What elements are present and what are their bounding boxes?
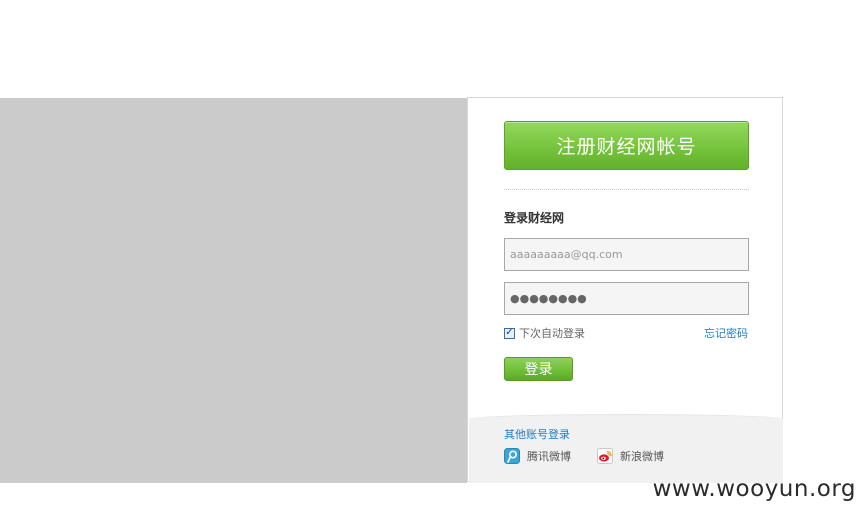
remember-checkbox[interactable]: ✓ — [504, 327, 515, 339]
other-login-title[interactable]: 其他账号登录 — [504, 426, 570, 442]
remember-me[interactable]: ✓ 下次自动登录 — [504, 325, 585, 341]
watermark-text: www.wooyun.org — [652, 476, 856, 502]
tencent-weibo-label: 腾讯微博 — [527, 450, 571, 463]
password-input[interactable] — [504, 282, 749, 315]
forgot-password-link[interactable]: 忘记密码 — [704, 325, 748, 341]
remember-label: 下次自动登录 — [519, 327, 585, 340]
dotted-divider — [504, 189, 749, 190]
sina-weibo-login[interactable]: 新浪微博 — [597, 448, 664, 464]
login-section-title: 登录财经网 — [504, 211, 565, 225]
tencent-weibo-icon — [504, 448, 520, 464]
left-gray-panel — [0, 98, 467, 483]
email-input[interactable] — [504, 238, 749, 271]
sina-weibo-icon — [597, 448, 613, 464]
tencent-weibo-login[interactable]: 腾讯微博 — [504, 448, 571, 464]
register-button[interactable]: 注册财经网帐号 — [504, 121, 749, 170]
login-box: 注册财经网帐号 登录财经网 ✓ 下次自动登录 忘记密码 登录 其他账号登录 腾讯… — [467, 97, 783, 483]
login-button[interactable]: 登录 — [504, 357, 573, 381]
sina-weibo-label: 新浪微博 — [620, 450, 664, 463]
